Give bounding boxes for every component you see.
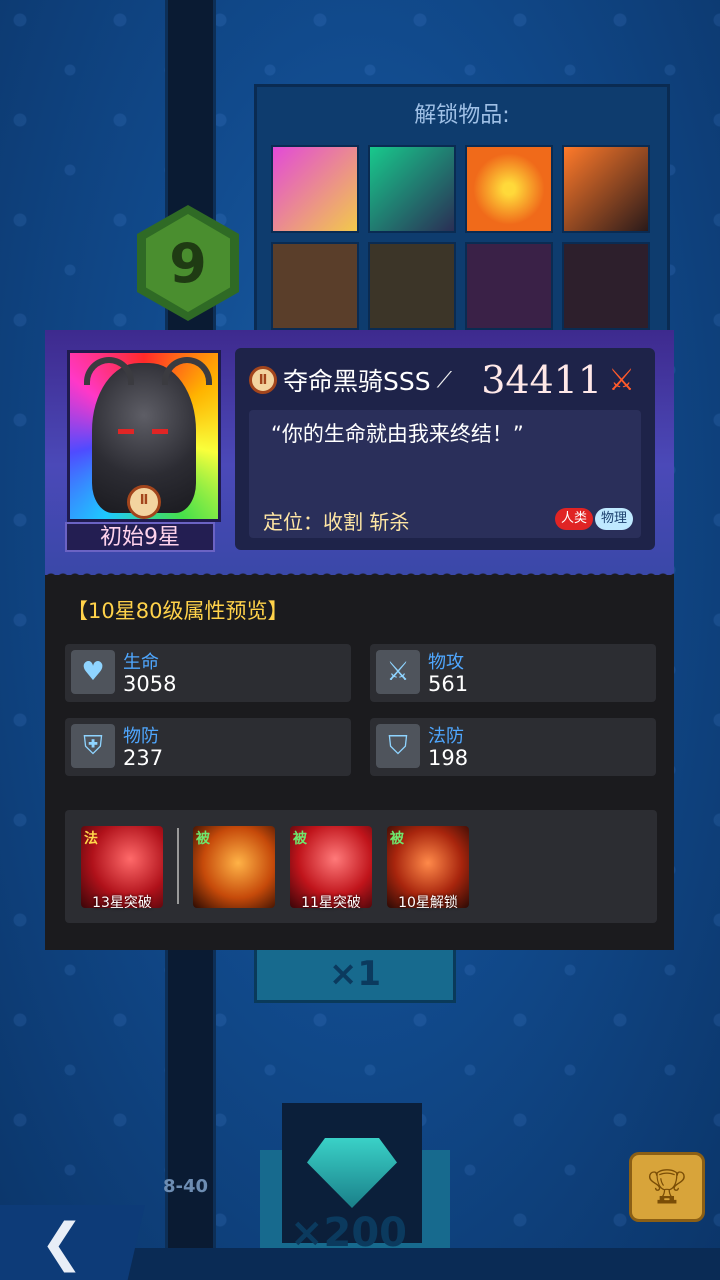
scallop-edge <box>45 571 674 579</box>
hero-power: 34411 <box>481 358 603 402</box>
class-badge-icon: Ⅱ <box>127 485 161 519</box>
power-row: 34411 ⚔︎ <box>481 358 635 402</box>
stat-label: 法防 <box>428 726 464 747</box>
skills-panel: 法 13星突破 被 被 11星突破 被 10星解锁 <box>65 810 657 923</box>
unlock-title: 解锁物品: <box>414 103 510 128</box>
class-icon: Ⅱ <box>249 366 277 394</box>
level-number: 9 <box>146 214 230 312</box>
trophy-icon: 🏆︎ <box>645 1167 689 1207</box>
tag-race: 人类 <box>555 508 594 530</box>
unlock-items-panel: 解锁物品: <box>254 84 670 350</box>
skill-type: 被 <box>293 831 307 847</box>
stat-phys-defense: ⛨ 物防 237 <box>65 718 351 776</box>
skill-divider <box>177 828 179 904</box>
blade-icon: ⟋ <box>436 367 453 393</box>
unlock-item-slot[interactable] <box>271 145 359 233</box>
skill-1[interactable]: 法 13星突破 <box>81 826 163 911</box>
stat-hp: ♥ 生命 3058 <box>65 644 351 702</box>
level-range: 8-40 <box>163 1176 209 1197</box>
hero-portrait: Ⅱ <box>67 350 221 522</box>
unlock-item-slot[interactable] <box>465 145 553 233</box>
hero-card[interactable]: Ⅱ 初始9星 Ⅱ 夺命黑骑SSS ⟋ 34411 ⚔︎ “你的生命就由我来终结！… <box>45 330 674 950</box>
hero-card-body: 【10星80级属性预览】 ♥ 生命 3058 ⚔ 物攻 561 ⛨ 物防 237… <box>45 571 674 950</box>
tag-damage-type: 物理 <box>595 508 634 530</box>
diamond-icon <box>307 1138 397 1208</box>
hero-name: 夺命黑骑SSS <box>283 367 431 396</box>
unlock-item-slot[interactable] <box>465 242 553 330</box>
skill-2[interactable]: 被 <box>193 826 275 908</box>
chevron-left-icon: ❮ <box>40 1212 84 1273</box>
trophy-button[interactable]: 🏆︎ <box>629 1152 705 1222</box>
shield-sword-icon: ⛨ <box>71 724 115 768</box>
back-button[interactable]: ❮ <box>0 1205 145 1280</box>
stat-phys-attack: ⚔ 物攻 561 <box>370 644 656 702</box>
hero-name-row: Ⅱ 夺命黑骑SSS ⟋ <box>249 362 452 398</box>
stat-magic-defense: ⛉ 法防 198 <box>370 718 656 776</box>
unlock-item-slot[interactable] <box>271 242 359 330</box>
stat-label: 生命 <box>123 652 159 673</box>
stat-value: 198 <box>428 746 469 770</box>
skill-type: 法 <box>84 831 98 847</box>
horn-right <box>162 357 212 385</box>
unlock-grid <box>271 145 650 330</box>
hero-card-header: Ⅱ 初始9星 Ⅱ 夺命黑骑SSS ⟋ 34411 ⚔︎ “你的生命就由我来终结！… <box>45 330 674 575</box>
shield-magic-icon: ⛉ <box>376 724 420 768</box>
skill-4[interactable]: 被 10星解锁 <box>387 826 469 911</box>
unlock-item-slot[interactable] <box>562 242 650 330</box>
skill-caption: 13星突破 <box>92 895 152 911</box>
stat-value: 3058 <box>123 672 177 696</box>
sword-icon: ⚔ <box>376 650 420 694</box>
skill-type: 被 <box>196 831 210 847</box>
unlock-item-slot[interactable] <box>562 145 650 233</box>
reward-x1: ×1 <box>254 945 456 1003</box>
hero-quote: “你的生命就由我来终结！” <box>271 422 524 446</box>
stat-value: 561 <box>428 672 469 696</box>
stat-value: 237 <box>123 746 164 770</box>
crossed-swords-icon: ⚔︎ <box>608 362 635 398</box>
star-label: 初始9星 <box>65 522 215 552</box>
skill-caption: 11星突破 <box>301 895 361 911</box>
hero-info-box: Ⅱ 夺命黑骑SSS ⟋ 34411 ⚔︎ “你的生命就由我来终结！” 定位：收割… <box>235 348 655 550</box>
heart-icon: ♥ <box>71 650 115 694</box>
quote-box: “你的生命就由我来终结！” 定位：收割 斩杀 人类 物理 <box>249 410 641 538</box>
stat-label: 物攻 <box>428 652 464 673</box>
skill-caption: 10星解锁 <box>398 895 458 911</box>
hero-role: 定位：收割 斩杀 <box>263 510 410 534</box>
eye-slit <box>152 429 168 434</box>
unlock-item-slot[interactable] <box>368 242 456 330</box>
skill-3[interactable]: 被 11星突破 <box>290 826 372 911</box>
skill-type: 被 <box>390 831 404 847</box>
stat-label: 物防 <box>123 726 159 747</box>
eye-slit <box>118 429 134 434</box>
horn-left <box>84 357 134 385</box>
unlock-item-slot[interactable] <box>368 145 456 233</box>
preview-title: 【10星80级属性预览】 <box>67 599 289 623</box>
